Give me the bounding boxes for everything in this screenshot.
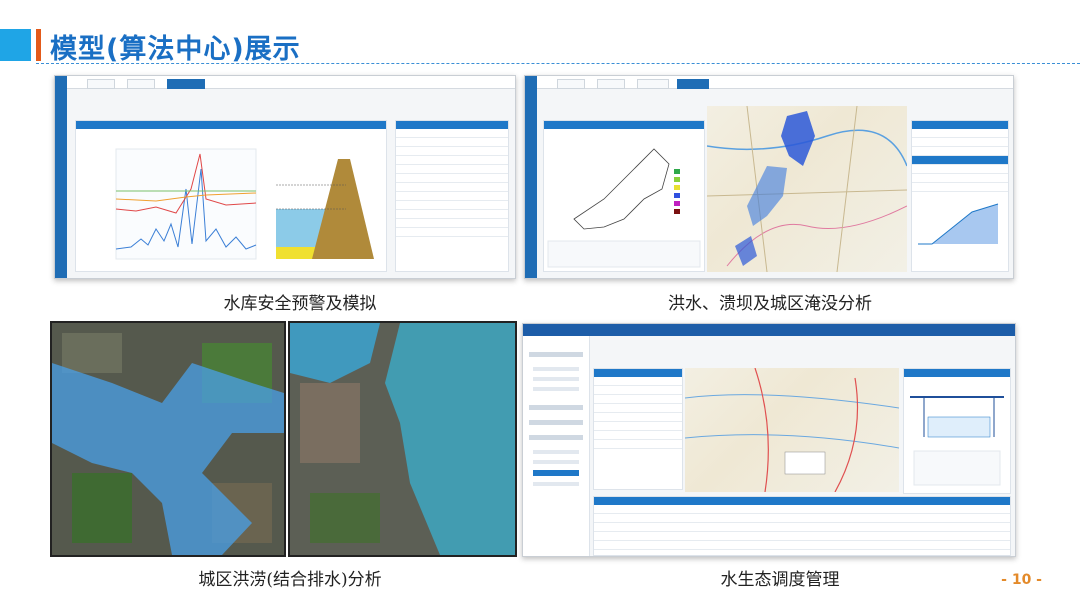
title-divider: [36, 63, 1080, 64]
sidebar: [55, 76, 67, 278]
aerial-image-left: [50, 321, 286, 557]
caption-eco-dispatch: 水生态调度管理: [720, 570, 840, 590]
tab-active[interactable]: [167, 79, 205, 89]
tab-bar: [537, 76, 1013, 89]
chart-card: [75, 120, 387, 272]
tab[interactable]: [597, 79, 625, 89]
area-chart: [918, 203, 999, 245]
dispatch-table: [593, 496, 1011, 556]
stats-card: [911, 120, 1009, 272]
card-header: [76, 121, 386, 129]
title-accent-bar: [36, 29, 41, 61]
inundation-outline: [547, 148, 701, 268]
screenshot-reservoir-warning: [54, 75, 516, 279]
flood-map[interactable]: [706, 105, 908, 273]
title-accent-block: [0, 29, 31, 61]
caption-urban-flooding: 城区洪涝(结合排水)分析: [198, 570, 382, 590]
caption-flood: 洪水、溃坝及城区淹没分析: [668, 294, 872, 314]
schematic-card: [903, 368, 1011, 494]
card-header: [912, 121, 1008, 129]
app-header: [523, 324, 1015, 336]
sidebar: [525, 76, 537, 278]
section-info-card: [593, 368, 683, 490]
tab[interactable]: [127, 79, 155, 89]
tab[interactable]: [637, 79, 669, 89]
page-number: - 10 -: [1001, 572, 1042, 588]
card-header: [396, 121, 508, 129]
screenshot-eco-dispatch: [522, 323, 1016, 557]
nav-menu: [523, 336, 590, 556]
tab-active[interactable]: [677, 79, 709, 89]
tab[interactable]: [87, 79, 115, 89]
page-title: 模型(算法中心)展示: [50, 34, 301, 65]
card-header: [594, 497, 1010, 505]
card-header: [544, 121, 704, 129]
aerial-image-right: [288, 321, 517, 557]
tab-bar: [67, 76, 515, 89]
tab[interactable]: [557, 79, 585, 89]
stats-card: [395, 120, 509, 272]
hydrograph: [115, 148, 376, 260]
screenshot-flood-analysis: [524, 75, 1014, 279]
card-header: [904, 369, 1010, 377]
card-header: [594, 369, 682, 377]
inundation-outline-card: [543, 120, 705, 272]
dispatch-schematic: [910, 396, 1004, 486]
caption-reservoir: 水库安全预警及模拟: [223, 294, 377, 314]
dispatch-map[interactable]: [684, 367, 900, 493]
